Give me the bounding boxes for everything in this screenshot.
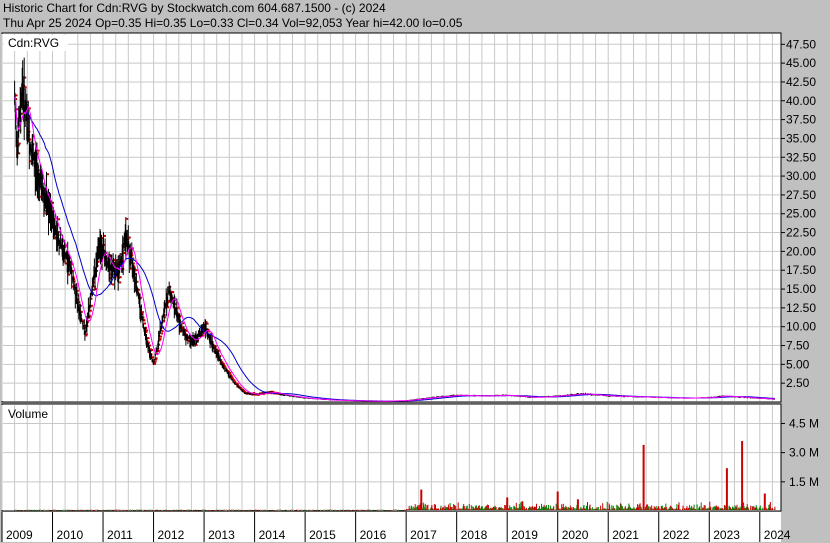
x-tick-label: 2011	[107, 528, 133, 542]
close-tick	[159, 338, 162, 341]
close-tick	[47, 173, 49, 176]
header-line-2: Thu Apr 25 2024 Op=0.35 Hi=0.35 Lo=0.33 …	[3, 16, 463, 30]
price-tick-label: 45.00	[786, 56, 816, 70]
price-tick-label: 10.00	[786, 320, 816, 334]
x-tick-label: 2010	[57, 528, 84, 542]
volume-label: Volume	[8, 407, 48, 421]
price-series-label: Cdn:RVG	[8, 36, 59, 50]
close-tick	[144, 322, 146, 325]
x-tick-label: 2015	[309, 528, 336, 542]
price-panel	[1, 32, 782, 403]
price-tick-label: 40.00	[786, 94, 816, 108]
close-tick	[160, 335, 163, 338]
price-tick-label: 47.50	[786, 37, 816, 51]
x-tick-label: 2019	[511, 528, 538, 542]
close-tick	[89, 309, 92, 312]
close-tick	[229, 371, 232, 374]
close-tick	[149, 344, 151, 347]
price-tick-label: 15.00	[786, 282, 816, 296]
close-tick	[90, 304, 93, 307]
close-tick	[151, 349, 153, 351]
x-tick-label: 2014	[259, 528, 286, 542]
volume-panel	[1, 403, 782, 512]
close-tick	[141, 311, 144, 314]
price-tick-label: 27.50	[786, 188, 816, 202]
close-tick	[128, 236, 131, 239]
close-tick	[24, 86, 27, 89]
x-tick-label: 2013	[208, 528, 235, 542]
price-tick-label: 7.50	[786, 339, 810, 353]
price-tick-label: 30.00	[786, 169, 816, 183]
close-tick	[155, 357, 158, 360]
close-tick	[135, 269, 138, 272]
close-tick	[172, 291, 175, 294]
price-tick-label: 32.50	[786, 150, 816, 164]
close-tick	[206, 322, 209, 325]
close-tick	[18, 142, 21, 145]
x-tick-label: 2024	[764, 528, 791, 542]
price-tick-label: 12.50	[786, 301, 816, 315]
x-tick-label: 2020	[562, 528, 589, 542]
close-tick	[85, 333, 88, 336]
close-tick	[119, 276, 122, 279]
x-tick-label: 2021	[612, 528, 639, 542]
volume-tick-label: 1.5 M	[789, 475, 819, 489]
close-tick	[119, 281, 122, 284]
x-tick-label: 2022	[663, 528, 690, 542]
close-tick	[104, 234, 106, 237]
close-tick	[147, 337, 150, 340]
price-tick-label: 25.00	[786, 207, 816, 221]
close-tick	[161, 332, 164, 335]
price-tick-label: 37.50	[786, 113, 816, 127]
x-tick-label: 2012	[158, 528, 185, 542]
price-tick-label: 22.50	[786, 226, 816, 240]
x-tick-label: 2023	[713, 528, 740, 542]
volume-tick-label: 3.0 M	[789, 446, 819, 460]
x-tick-label: 2016	[360, 528, 387, 542]
price-tick-label: 5.00	[786, 357, 810, 371]
close-tick	[15, 94, 18, 97]
close-tick	[58, 218, 61, 221]
price-tick-label: 42.50	[786, 75, 816, 89]
x-tick-label: 2009	[6, 528, 33, 542]
price-tick-label: 20.00	[786, 244, 816, 258]
close-tick	[112, 283, 115, 286]
stock-chart: Historic Chart for Cdn:RVG by Stockwatch…	[0, 0, 830, 543]
close-tick	[161, 330, 164, 333]
close-tick	[143, 319, 146, 322]
x-tick-label: 2018	[461, 528, 488, 542]
volume-tick-label: 4.5 M	[789, 416, 819, 430]
close-tick	[126, 217, 129, 220]
close-tick	[154, 360, 157, 363]
price-tick-label: 35.00	[786, 131, 816, 145]
close-tick	[146, 329, 148, 332]
price-tick-label: 2.50	[786, 376, 810, 390]
close-tick	[152, 356, 154, 359]
header-line-1: Historic Chart for Cdn:RVG by Stockwatch…	[3, 1, 386, 15]
price-tick-label: 17.50	[786, 263, 816, 277]
x-tick-label: 2017	[410, 528, 437, 542]
